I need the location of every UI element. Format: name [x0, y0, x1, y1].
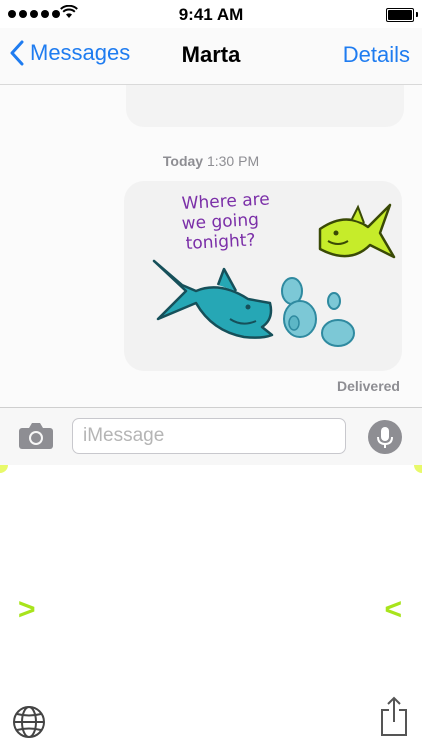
microphone-icon — [377, 427, 393, 448]
conversation-area[interactable]: Today 1:30 PM Where are we going tonight… — [0, 85, 422, 407]
timestamp-time: 1:30 PM — [206, 153, 260, 169]
previous-message-bubble[interactable] — [126, 85, 404, 127]
status-bar: 9:41 AM — [0, 0, 422, 28]
corner-marker-right — [414, 465, 422, 473]
shark-drawing — [152, 259, 274, 339]
globe-icon[interactable] — [12, 705, 46, 739]
drawing-message-bubble[interactable]: Where are we going tonight? — [124, 181, 402, 371]
timestamp-day: Today — [162, 153, 204, 169]
details-button[interactable]: Details — [343, 42, 410, 68]
battery-icon — [386, 8, 418, 22]
delivery-status: Delivered — [336, 378, 400, 394]
share-icon[interactable] — [380, 695, 408, 737]
navigation-bar: Messages Marta Details — [0, 28, 422, 85]
drawing-image: Where are we going tonight? — [152, 189, 396, 347]
corner-marker-left — [0, 465, 8, 473]
message-input[interactable]: iMessage — [72, 418, 346, 454]
message-input-bar: iMessage — [0, 407, 422, 466]
drawing-canvas[interactable]: > < — [0, 465, 422, 750]
previous-drawing-arrow[interactable]: > — [18, 593, 36, 627]
message-timestamp: Today 1:30 PM — [0, 153, 422, 169]
water-bubbles-drawing — [281, 277, 355, 347]
drawing-text-line-3: tonight? — [185, 230, 256, 254]
fish-drawing — [318, 203, 396, 259]
microphone-button[interactable] — [368, 420, 402, 454]
next-drawing-arrow[interactable]: < — [384, 593, 402, 627]
camera-icon[interactable] — [18, 422, 54, 450]
status-time: 9:41 AM — [178, 5, 244, 24]
